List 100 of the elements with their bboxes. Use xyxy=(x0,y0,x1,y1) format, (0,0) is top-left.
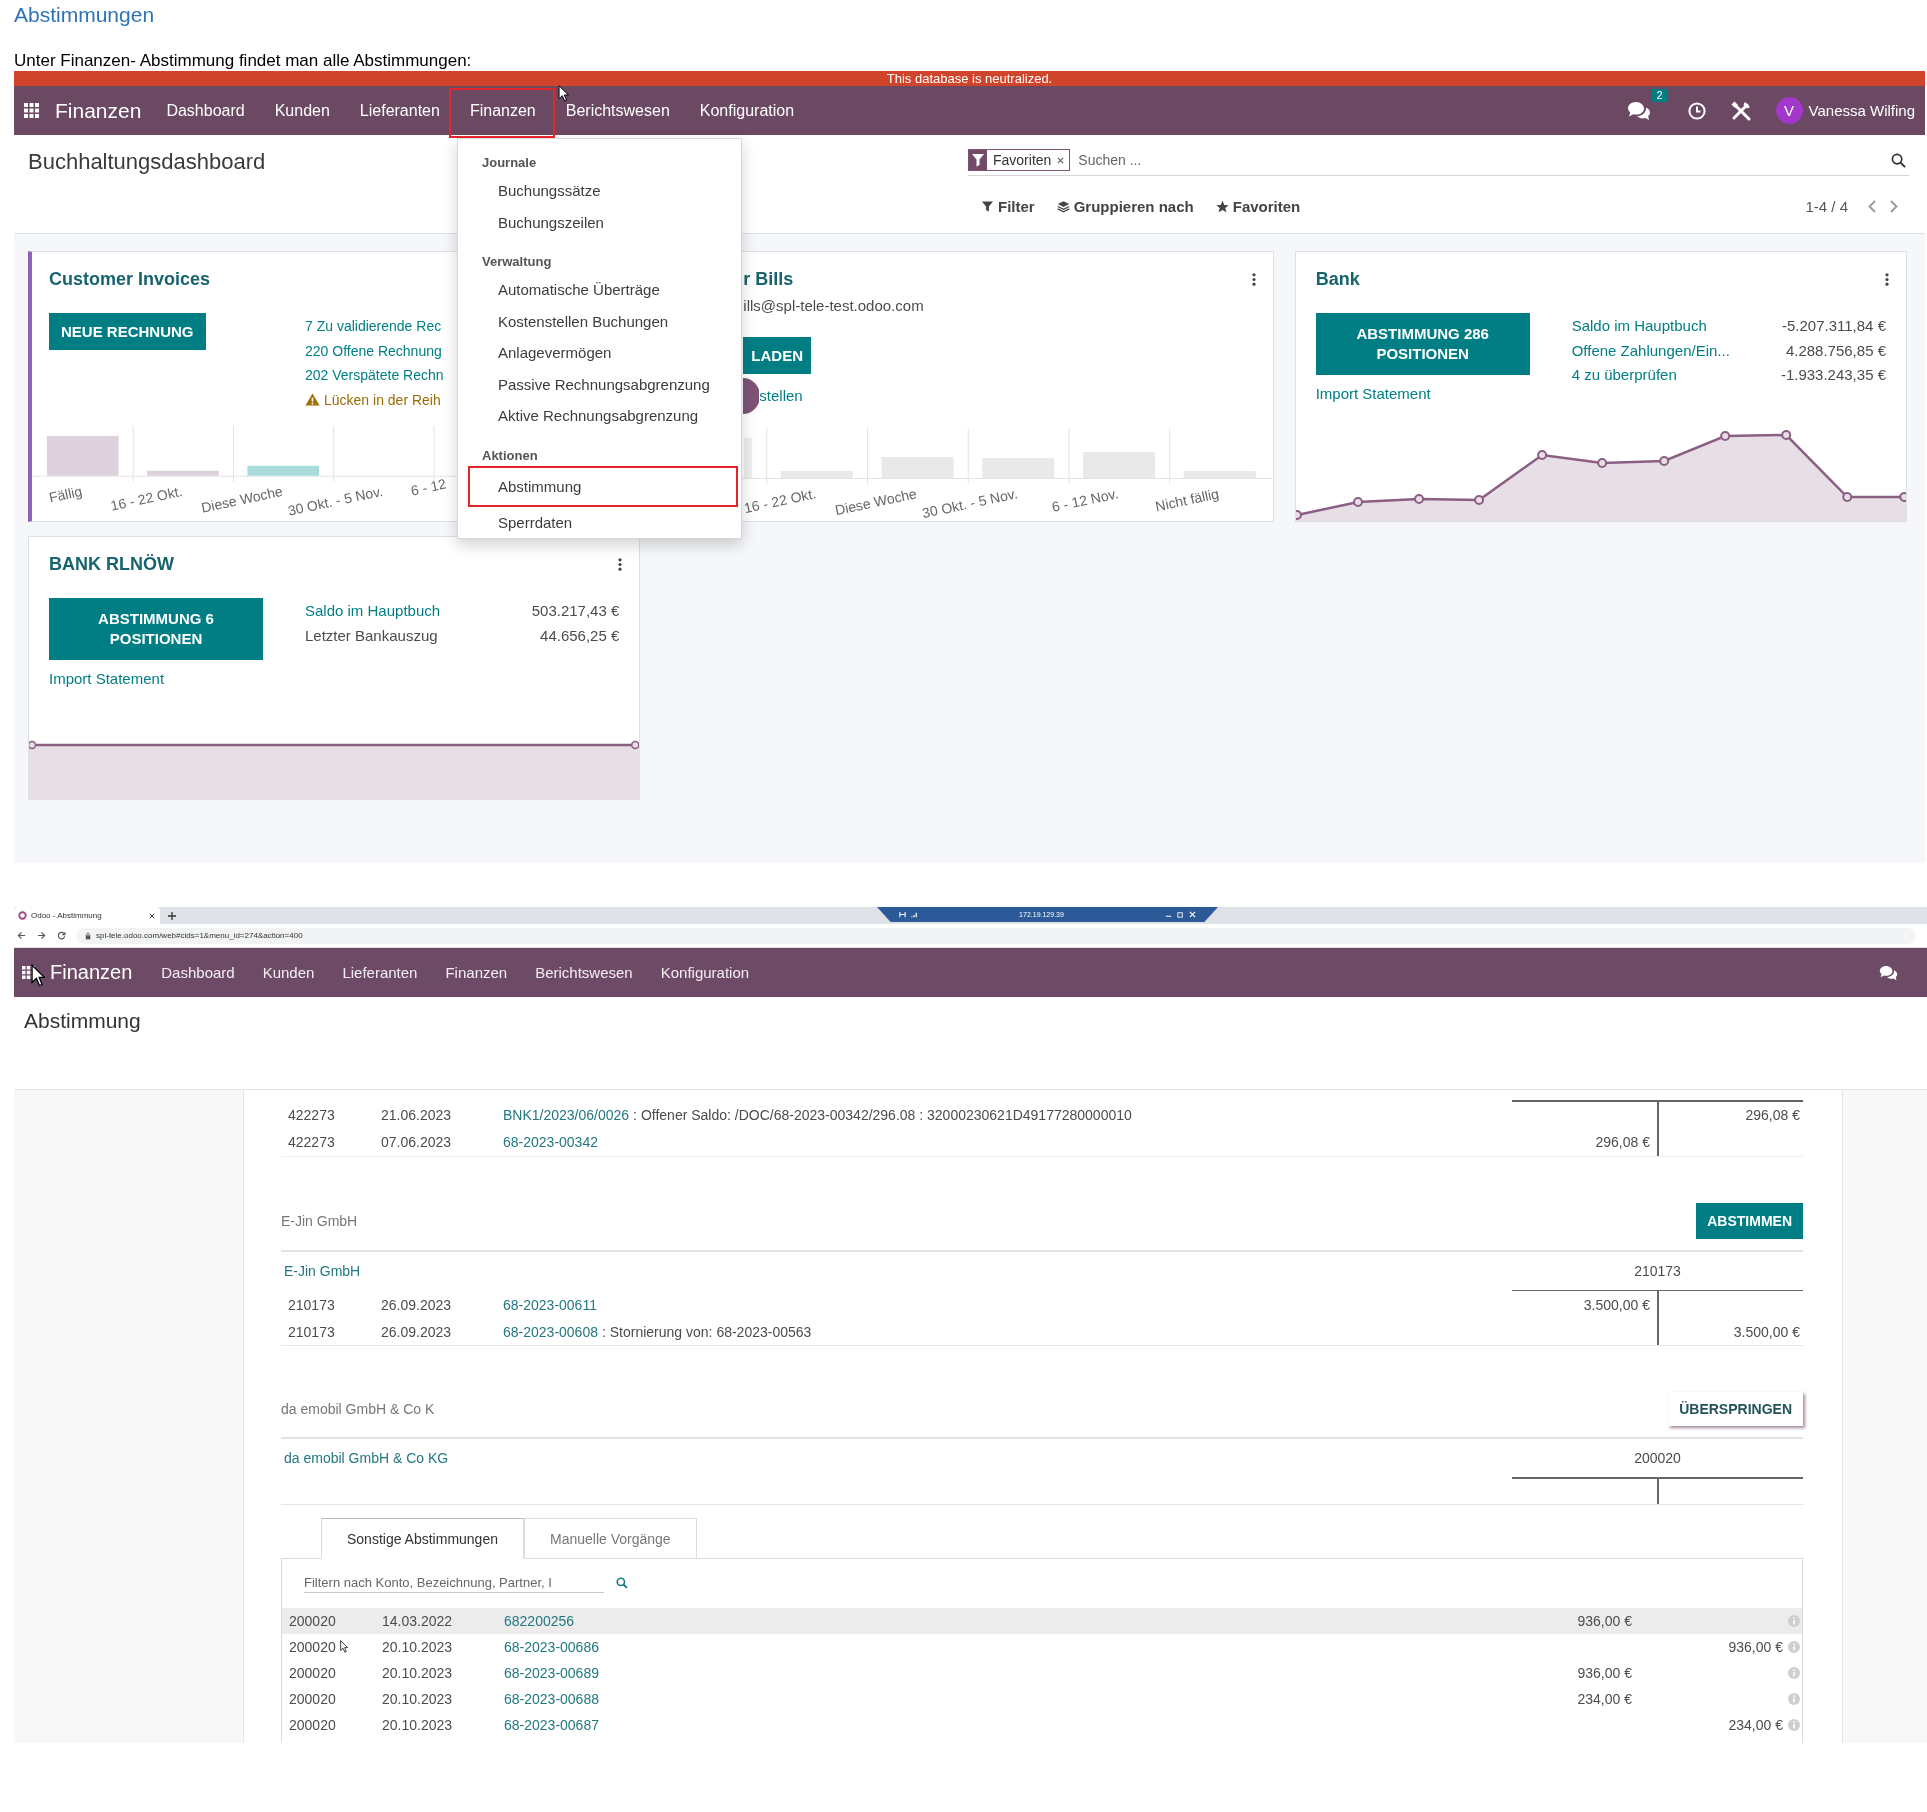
user-avatar[interactable]: V xyxy=(1775,97,1803,124)
date-cell-text: 20.10.2023 xyxy=(381,1690,453,1707)
action-button[interactable]: ABSTIMMUNG 6 POSITIONEN xyxy=(49,598,263,660)
tab[interactable]: Sonstige Abstimmungen xyxy=(321,1517,524,1559)
tab[interactable]: Manuelle Vorgänge xyxy=(524,1517,697,1559)
favorites-button[interactable]: Favoriten xyxy=(1215,197,1301,215)
partner-caption: E-Jin GmbH xyxy=(281,1212,358,1229)
card-link[interactable]: 7 Zu validierende Rec xyxy=(305,314,442,339)
apps-grid-icon[interactable] xyxy=(24,103,39,118)
card-title[interactable]: r Bills xyxy=(743,266,794,292)
list-row[interactable]: 200020 14.03.2022 682200256 936,00 € xyxy=(282,1607,1802,1634)
menu-item[interactable]: Kunden xyxy=(259,86,345,135)
app-title[interactable]: Finanzen xyxy=(55,98,142,123)
back-arrow-icon[interactable] xyxy=(17,931,26,940)
restore-icon[interactable] xyxy=(1177,911,1184,918)
card-link[interactable]: Lücken in der Reih xyxy=(305,387,441,412)
menu-item[interactable]: Berichtswesen xyxy=(521,948,647,997)
search-field[interactable]: Favoriten Suchen ... xyxy=(968,147,1909,176)
list-row[interactable]: 200020 20.10.2023 68-2023-00689 936,00 € xyxy=(282,1659,1802,1686)
import-link[interactable]: Import Statement xyxy=(49,668,165,690)
menu-item[interactable]: Kunden xyxy=(248,948,329,997)
menu-item[interactable]: Automatische Überträge xyxy=(468,274,738,306)
filter-facet[interactable]: Favoriten xyxy=(968,149,1071,171)
menu-item[interactable]: Konfiguration xyxy=(684,86,810,135)
menu-section-header: Aktionen xyxy=(481,446,539,465)
browser-tab[interactable]: Odoo - Abstimmung xyxy=(14,907,160,924)
card-link[interactable]: stellen xyxy=(759,383,803,409)
user-name[interactable]: Vanessa Wilfing xyxy=(1808,102,1915,119)
card-link[interactable]: 220 Offene Rechnung xyxy=(305,338,442,363)
skip-button[interactable]: ÜBERSPRINGEN xyxy=(1668,1392,1803,1426)
action-button[interactable]: LADEN xyxy=(743,337,811,374)
reference-link[interactable]: 68-2023-00611 xyxy=(503,1296,597,1313)
menu-item[interactable]: Anlagevermögen xyxy=(468,337,738,369)
url-field[interactable]: spl-tele.odoo.com/web#cids=1&menu_id=274&action=400 xyxy=(77,927,1915,944)
chevron-left-icon[interactable] xyxy=(1868,199,1876,213)
menu-item[interactable]: Dashboard xyxy=(147,948,249,997)
reference-link[interactable]: 68-2023-00608 xyxy=(503,1323,598,1340)
data-point xyxy=(1780,429,1791,440)
card-title[interactable]: BANK RLNÖW xyxy=(49,551,174,577)
reference-link[interactable]: BNK1/2023/06/0026 xyxy=(503,1107,630,1123)
pin-icon[interactable] xyxy=(899,911,906,918)
menu-item[interactable]: Lieferanten xyxy=(328,948,432,997)
reference-link[interactable]: 68-2023-00687 xyxy=(504,1716,599,1733)
partner-link[interactable]: da emobil GmbH & Co KG xyxy=(281,1450,449,1466)
list-row[interactable]: 200020 20.10.2023 68-2023-00687 234,00 € xyxy=(282,1711,1802,1738)
star-icon xyxy=(1215,199,1229,213)
menu-section-header: Verwaltung xyxy=(481,253,553,271)
forward-arrow-icon[interactable] xyxy=(37,931,46,940)
action-button[interactable]: NEUE RECHNUNG xyxy=(49,313,206,350)
list-row[interactable]: 200020 20.10.2023 68-2023-00686 936,00 € xyxy=(282,1633,1802,1660)
menu-item[interactable]: Finanzen xyxy=(448,88,555,138)
menu-item[interactable]: Aktive Rechnungsabgrenzung xyxy=(468,400,738,432)
reference-link[interactable]: 68-2023-00688 xyxy=(504,1690,599,1707)
filter-field[interactable]: Filtern nach Konto, Bezeichnung, Partner, I xyxy=(304,1573,604,1593)
list-row[interactable]: 200020 20.10.2023 68-2023-00688 234,00 € xyxy=(282,1685,1802,1712)
balance-value: 503.217,43 € xyxy=(531,601,620,621)
menu-item[interactable]: Passive Rechnungsabgrenzung xyxy=(468,368,738,400)
import-link[interactable]: Import Statement xyxy=(1315,383,1431,405)
reference-link[interactable]: 682200256 xyxy=(504,1612,575,1629)
plus-icon[interactable] xyxy=(168,911,176,920)
search-icon[interactable] xyxy=(1891,152,1906,168)
axis-label: 6 - 12 Nov. xyxy=(1050,485,1120,515)
tools-icon[interactable] xyxy=(1729,99,1752,122)
card-title[interactable]: Customer Invoices xyxy=(49,266,211,292)
balance-label[interactable]: Saldo im Hauptbuch xyxy=(305,599,441,624)
reconcile-button[interactable]: ABSTIMMEN xyxy=(1696,1202,1803,1239)
dots-menu-icon[interactable] xyxy=(1885,272,1889,286)
menu-item[interactable]: Sperrdaten xyxy=(468,506,738,538)
menu-item[interactable]: Finanzen xyxy=(431,948,522,997)
balance-label[interactable]: Saldo im Hauptbuch xyxy=(1571,314,1707,339)
dots-menu-icon[interactable] xyxy=(1251,272,1256,286)
credit-amount: 234,00 € xyxy=(1728,1716,1783,1733)
action-button[interactable]: ABSTIMMUNG 286 POSITIONEN xyxy=(1315,313,1530,375)
menu-item[interactable]: Konfiguration xyxy=(646,948,764,997)
menu-item[interactable]: Buchungszeilen xyxy=(468,206,738,238)
reference-link[interactable]: 68-2023-00689 xyxy=(504,1664,599,1681)
menu-item[interactable]: Kostenstellen Buchungen xyxy=(468,305,738,337)
menu-item[interactable]: Abstimmung xyxy=(468,465,738,507)
clock-icon[interactable] xyxy=(1687,101,1706,120)
menu-item[interactable]: Buchungssätze xyxy=(468,175,738,207)
card-link[interactable]: 202 Verspätete Rechn xyxy=(305,363,444,388)
chevron-right-icon[interactable] xyxy=(1890,199,1898,213)
description-text: : Offener Saldo: /DOC/68-2023-00342/296.08 : 32000230621D49177280000010 xyxy=(633,1107,1132,1123)
reload-icon[interactable] xyxy=(57,931,66,940)
filter-button[interactable]: Filter xyxy=(981,197,1035,215)
remove-icon[interactable] xyxy=(1057,156,1065,164)
reference-link[interactable]: 68-2023-00342 xyxy=(503,1134,598,1150)
menu-item[interactable]: Dashboard xyxy=(151,86,260,135)
debit-amount: 3.500,00 € xyxy=(1583,1296,1650,1313)
dots-menu-icon[interactable] xyxy=(618,557,623,571)
partner-link[interactable]: E-Jin GmbH xyxy=(281,1262,361,1279)
reference-link[interactable]: 68-2023-00686 xyxy=(504,1638,599,1655)
close-icon[interactable] xyxy=(149,912,155,919)
chat-icon[interactable] xyxy=(1879,964,1898,981)
balance-label[interactable]: 4 zu überprüfen xyxy=(1571,363,1677,388)
group-by-button[interactable]: Gruppieren nach xyxy=(1056,197,1194,215)
app-title[interactable]: Finanzen xyxy=(50,961,133,984)
card-title[interactable]: Bank xyxy=(1315,266,1360,292)
balance-label[interactable]: Offene Zahlungen/Ein... xyxy=(1571,338,1730,363)
chat-icon[interactable] xyxy=(1627,100,1652,121)
